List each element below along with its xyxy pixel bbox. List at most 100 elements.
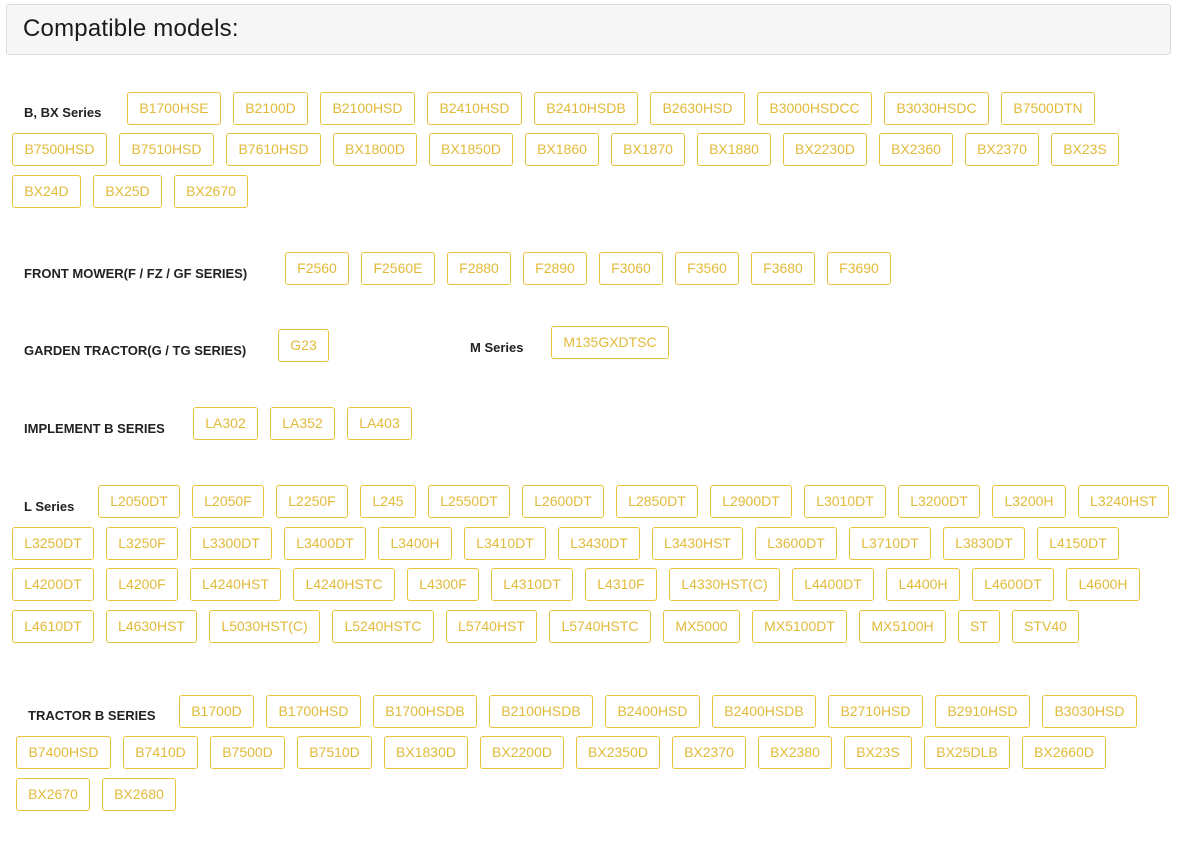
model-tag-bx2230d[interactable]: BX2230D (783, 133, 867, 166)
model-tag-bx1880[interactable]: BX1880 (697, 133, 771, 166)
model-tag-l3200dt[interactable]: L3200DT (898, 485, 980, 518)
model-tag-l3010dt[interactable]: L3010DT (804, 485, 886, 518)
model-tag-l5740hst[interactable]: L5740HST (446, 610, 537, 643)
model-tag-f2880[interactable]: F2880 (447, 252, 511, 285)
model-tag-l4150dt[interactable]: L4150DT (1037, 527, 1119, 560)
model-tag-bx1870[interactable]: BX1870 (611, 133, 685, 166)
model-tag-bx2670[interactable]: BX2670 (16, 778, 90, 811)
model-tag-bx23s[interactable]: BX23S (844, 736, 912, 769)
model-tag-bx23s[interactable]: BX23S (1051, 133, 1119, 166)
model-tag-b1700d[interactable]: B1700D (179, 695, 254, 728)
model-tag-b7400hsd[interactable]: B7400HSD (16, 736, 111, 769)
model-tag-l3300dt[interactable]: L3300DT (190, 527, 272, 560)
model-tag-b7500dtn[interactable]: B7500DTN (1001, 92, 1095, 125)
model-tag-b1700hse[interactable]: B1700HSE (127, 92, 221, 125)
model-tag-stv40[interactable]: STV40 (1012, 610, 1079, 643)
model-tag-bx2380[interactable]: BX2380 (758, 736, 832, 769)
model-tag-l2250f[interactable]: L2250F (276, 485, 348, 518)
model-tag-f3560[interactable]: F3560 (675, 252, 739, 285)
model-tag-l3250dt[interactable]: L3250DT (12, 527, 94, 560)
model-tag-l3240hst[interactable]: L3240HST (1078, 485, 1169, 518)
model-tag-bx2370[interactable]: BX2370 (672, 736, 746, 769)
model-tag-l3830dt[interactable]: L3830DT (943, 527, 1025, 560)
model-tag-b3000hsdcc[interactable]: B3000HSDCC (757, 92, 872, 125)
model-tag-bx1800d[interactable]: BX1800D (333, 133, 417, 166)
model-tag-l2050dt[interactable]: L2050DT (98, 485, 180, 518)
model-tag-l4200f[interactable]: L4200F (106, 568, 178, 601)
model-tag-l5240hstc[interactable]: L5240HSTC (332, 610, 434, 643)
model-tag-bx2660d[interactable]: BX2660D (1022, 736, 1106, 769)
model-tag-b7500hsd[interactable]: B7500HSD (12, 133, 107, 166)
model-tag-l4330hst-c[interactable]: L4330HST(C) (669, 568, 780, 601)
model-tag-la403[interactable]: LA403 (347, 407, 412, 440)
model-tag-l2050f[interactable]: L2050F (192, 485, 264, 518)
model-tag-bx2680[interactable]: BX2680 (102, 778, 176, 811)
model-tag-b2100hsdb[interactable]: B2100HSDB (489, 695, 593, 728)
model-tag-l4630hst[interactable]: L4630HST (106, 610, 197, 643)
model-tag-l3430hst[interactable]: L3430HST (652, 527, 743, 560)
model-tag-l2600dt[interactable]: L2600DT (522, 485, 604, 518)
model-tag-l4310dt[interactable]: L4310DT (491, 568, 573, 601)
model-tag-la352[interactable]: LA352 (270, 407, 335, 440)
model-tag-b3030hsd[interactable]: B3030HSD (1042, 695, 1137, 728)
model-tag-l5030hst-c[interactable]: L5030HST(C) (209, 610, 320, 643)
model-tag-bx2350d[interactable]: BX2350D (576, 736, 660, 769)
model-tag-bx2370[interactable]: BX2370 (965, 133, 1039, 166)
model-tag-b1700hsdb[interactable]: B1700HSDB (373, 695, 477, 728)
model-tag-b2100d[interactable]: B2100D (233, 92, 308, 125)
model-tag-l4400dt[interactable]: L4400DT (792, 568, 874, 601)
model-tag-f3690[interactable]: F3690 (827, 252, 891, 285)
model-tag-l5740hstc[interactable]: L5740HSTC (549, 610, 651, 643)
model-tag-b2410hsdb[interactable]: B2410HSDB (534, 92, 638, 125)
model-tag-l4300f[interactable]: L4300F (407, 568, 479, 601)
model-tag-b1700hsd[interactable]: B1700HSD (266, 695, 361, 728)
model-tag-mx5100h[interactable]: MX5100H (859, 610, 946, 643)
model-tag-b7610hsd[interactable]: B7610HSD (226, 133, 321, 166)
model-tag-f2560e[interactable]: F2560E (361, 252, 435, 285)
model-tag-l245[interactable]: L245 (360, 485, 416, 518)
model-tag-l4610dt[interactable]: L4610DT (12, 610, 94, 643)
model-tag-b2630hsd[interactable]: B2630HSD (650, 92, 745, 125)
model-tag-st[interactable]: ST (958, 610, 1000, 643)
model-tag-l3710dt[interactable]: L3710DT (849, 527, 931, 560)
model-tag-l2850dt[interactable]: L2850DT (616, 485, 698, 518)
model-tag-b7510d[interactable]: B7510D (297, 736, 372, 769)
model-tag-la302[interactable]: LA302 (193, 407, 258, 440)
model-tag-mx5100dt[interactable]: MX5100DT (752, 610, 847, 643)
model-tag-bx1850d[interactable]: BX1850D (429, 133, 513, 166)
model-tag-l4200dt[interactable]: L4200DT (12, 568, 94, 601)
model-tag-b7510hsd[interactable]: B7510HSD (119, 133, 214, 166)
model-tag-l3400dt[interactable]: L3400DT (284, 527, 366, 560)
model-tag-b2100hsd[interactable]: B2100HSD (320, 92, 415, 125)
model-tag-l4600dt[interactable]: L4600DT (972, 568, 1054, 601)
model-tag-l2900dt[interactable]: L2900DT (710, 485, 792, 518)
model-tag-b2400hsdb[interactable]: B2400HSDB (712, 695, 816, 728)
model-tag-l4240hstc[interactable]: L4240HSTC (293, 568, 395, 601)
model-tag-bx1860[interactable]: BX1860 (525, 133, 599, 166)
model-tag-bx25d[interactable]: BX25D (93, 175, 162, 208)
model-tag-g23[interactable]: G23 (278, 329, 329, 362)
model-tag-b2410hsd[interactable]: B2410HSD (427, 92, 522, 125)
model-tag-l3400h[interactable]: L3400H (378, 527, 452, 560)
model-tag-bx25dlb[interactable]: BX25DLB (924, 736, 1010, 769)
model-tag-bx2360[interactable]: BX2360 (879, 133, 953, 166)
model-tag-f2560[interactable]: F2560 (285, 252, 349, 285)
model-tag-b3030hsdc[interactable]: B3030HSDC (884, 92, 989, 125)
model-tag-l3600dt[interactable]: L3600DT (755, 527, 837, 560)
model-tag-b2710hsd[interactable]: B2710HSD (828, 695, 923, 728)
model-tag-bx2670[interactable]: BX2670 (174, 175, 248, 208)
model-tag-mx5000[interactable]: MX5000 (663, 610, 740, 643)
model-tag-l4240hst[interactable]: L4240HST (190, 568, 281, 601)
model-tag-l2550dt[interactable]: L2550DT (428, 485, 510, 518)
model-tag-f2890[interactable]: F2890 (523, 252, 587, 285)
model-tag-b7500d[interactable]: B7500D (210, 736, 285, 769)
model-tag-f3680[interactable]: F3680 (751, 252, 815, 285)
model-tag-l4310f[interactable]: L4310F (585, 568, 657, 601)
model-tag-l4600h[interactable]: L4600H (1066, 568, 1140, 601)
model-tag-b7410d[interactable]: B7410D (123, 736, 198, 769)
model-tag-f3060[interactable]: F3060 (599, 252, 663, 285)
model-tag-bx1830d[interactable]: BX1830D (384, 736, 468, 769)
model-tag-b2910hsd[interactable]: B2910HSD (935, 695, 1030, 728)
model-tag-b2400hsd[interactable]: B2400HSD (605, 695, 700, 728)
model-tag-l3250f[interactable]: L3250F (106, 527, 178, 560)
